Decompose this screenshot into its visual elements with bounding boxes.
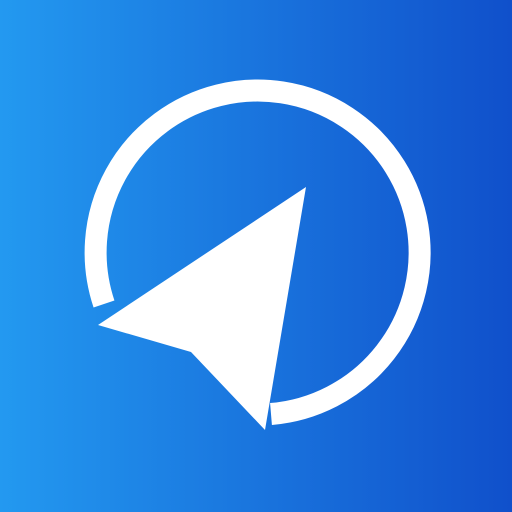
- app-icon: [0, 0, 512, 512]
- navigation-arrow-in-ring-icon: [0, 0, 512, 512]
